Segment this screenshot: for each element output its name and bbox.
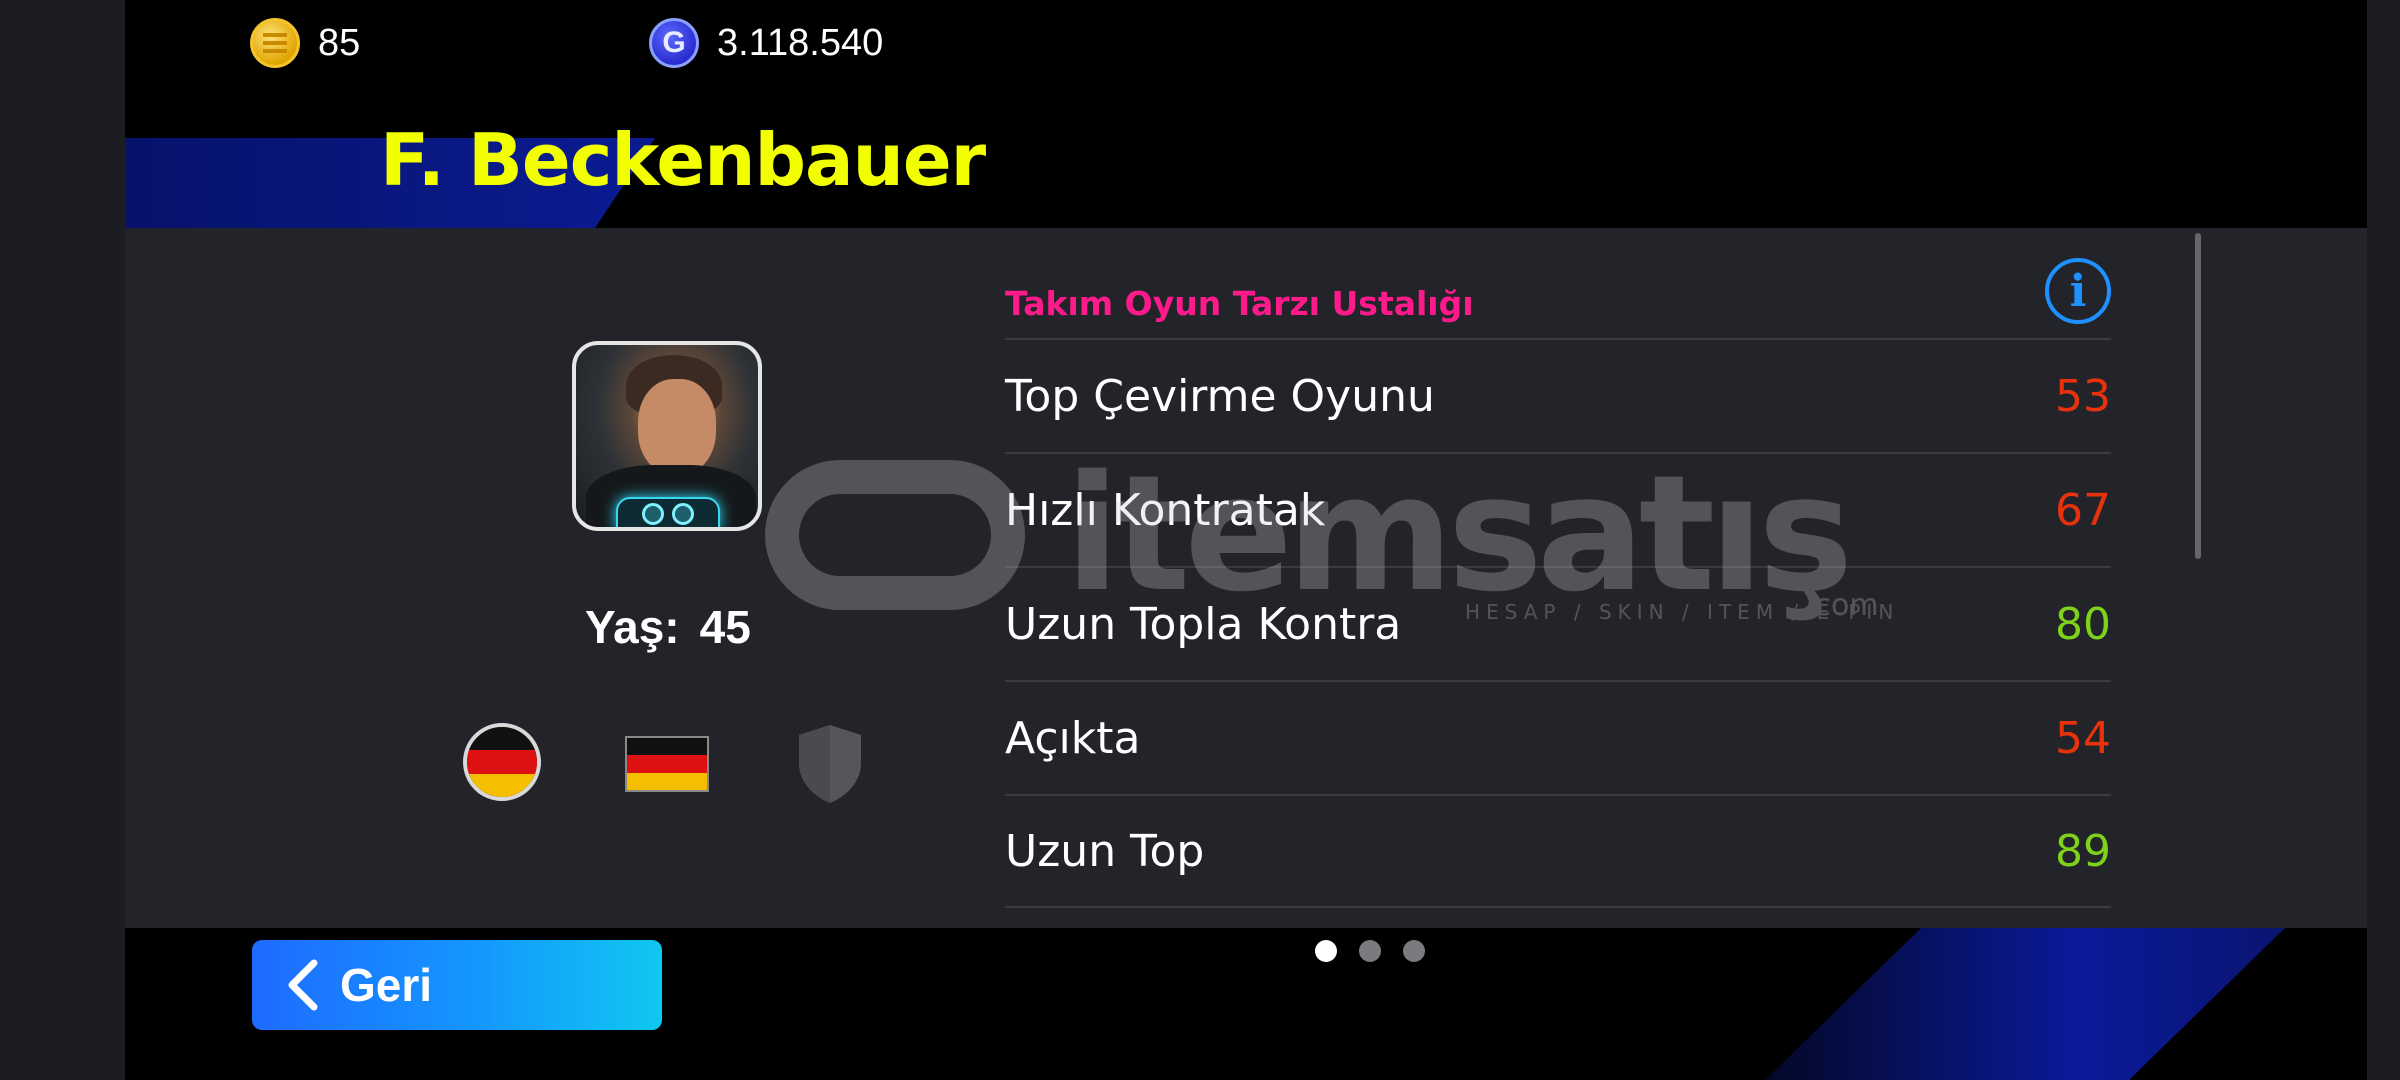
booster-badge-icon [616, 497, 720, 527]
stat-name: Top Çevirme Oyunu [1005, 370, 1435, 422]
stat-value: 53 [2055, 370, 2111, 422]
gp-coin-icon: G [649, 18, 699, 68]
efootball-coin-icon [250, 18, 300, 68]
player-portrait[interactable] [572, 341, 762, 531]
page-dot-1[interactable] [1315, 940, 1337, 962]
age-label: Yaş: [585, 601, 680, 653]
page-dot-3[interactable] [1403, 940, 1425, 962]
back-button[interactable]: Geri [252, 940, 662, 1030]
stat-row: Uzun Top 89 [1005, 794, 2111, 908]
stat-row: Top Çevirme Oyunu 53 [1005, 338, 2111, 452]
player-age: Yaş: 45 [585, 600, 751, 654]
germany-flag-icon [625, 736, 709, 792]
bottom-decoration [1765, 928, 2285, 1080]
player-name: F. Beckenbauer [380, 118, 986, 202]
scrollbar[interactable] [2195, 233, 2201, 559]
stat-value: 67 [2055, 484, 2111, 536]
page-indicator [1315, 940, 1425, 962]
stat-value: 54 [2055, 712, 2111, 764]
coins-value: 85 [318, 21, 361, 64]
stat-name: Açıkta [1005, 712, 1141, 764]
germany-flag-icon [463, 723, 541, 801]
team-playstyle-stats: Top Çevirme Oyunu 53 Hızlı Kontratak 67 … [1005, 338, 2111, 908]
back-label: Geri [340, 959, 433, 1011]
stat-row: Uzun Topla Kontra 80 [1005, 566, 2111, 680]
info-icon[interactable]: i [2045, 258, 2111, 324]
stat-name: Uzun Top [1005, 825, 1205, 877]
gp-value: 3.118.540 [717, 21, 884, 64]
section-title: Takım Oyun Tarzı Ustalığı [1005, 284, 1474, 323]
coins-counter: 85 [250, 18, 360, 68]
chevron-left-icon [288, 959, 318, 1011]
club-shield-icon [799, 725, 861, 803]
letterbox-left [0, 0, 125, 1080]
letterbox-right [2367, 0, 2400, 1080]
stat-value: 89 [2055, 825, 2111, 877]
page-dot-2[interactable] [1359, 940, 1381, 962]
stat-row: Hızlı Kontratak 67 [1005, 452, 2111, 566]
gp-counter: G 3.118.540 [649, 18, 883, 68]
stat-name: Hızlı Kontratak [1005, 484, 1326, 536]
stat-name: Uzun Topla Kontra [1005, 598, 1402, 650]
age-value: 45 [699, 601, 751, 653]
player-panel: Yaş: 45 Takım Oyun Tarzı Ustalığı i Top Ç… [125, 228, 2367, 928]
stat-row: Açıkta 54 [1005, 680, 2111, 794]
stat-value: 80 [2055, 598, 2111, 650]
player-details-screen: 85 G 3.118.540 F. Beckenbauer Yaş: 45 Tak… [125, 0, 2367, 1080]
